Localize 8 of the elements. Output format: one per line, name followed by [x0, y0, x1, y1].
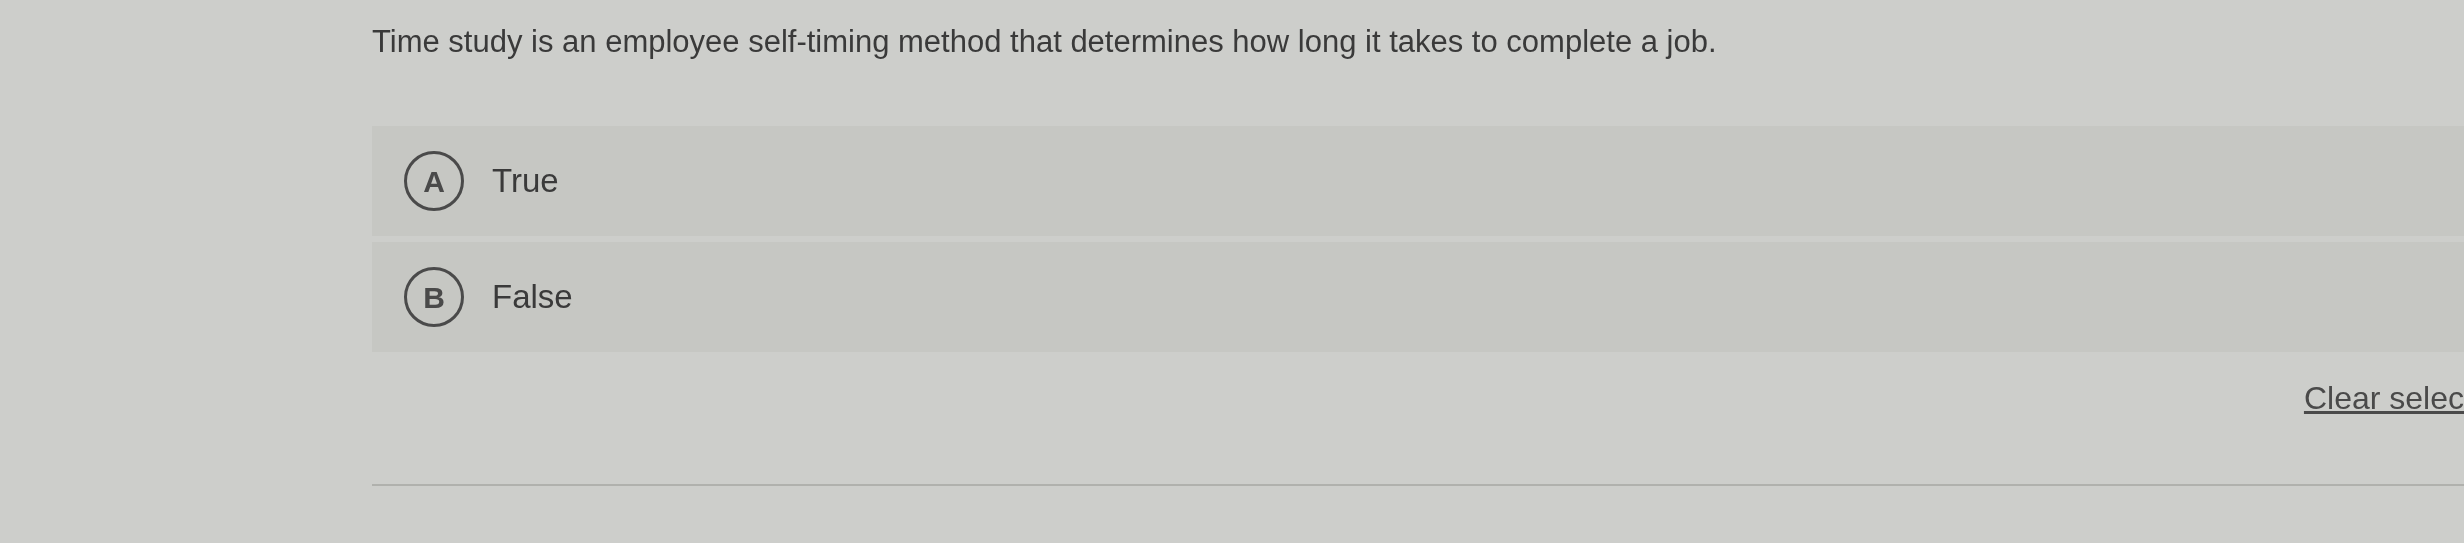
- option-letter: A: [404, 151, 464, 211]
- answer-option[interactable]: B False: [372, 242, 2464, 352]
- clear-selection-link[interactable]: Clear selec: [2303, 374, 2464, 422]
- option-letter: B: [404, 267, 464, 327]
- answer-option[interactable]: A True: [372, 126, 2464, 236]
- option-label: True: [492, 161, 559, 202]
- question-text: Time study is an employee self-timing method that determines how long it takes to complete a job.: [372, 23, 1718, 61]
- option-label: False: [492, 277, 573, 318]
